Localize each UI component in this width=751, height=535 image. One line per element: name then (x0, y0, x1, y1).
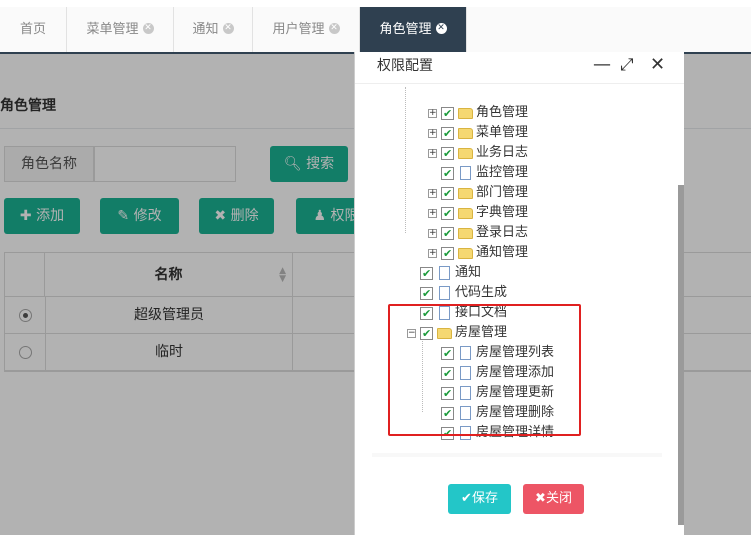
close-icon[interactable]: ✕ (435, 23, 447, 34)
close-button[interactable]: ✖关闭 (523, 484, 584, 514)
node-label: 通知管理 (476, 245, 529, 260)
folder-icon (458, 247, 473, 259)
tree-node[interactable]: + 业务日志 (428, 143, 529, 164)
tree-node[interactable]: 代码生成 (420, 283, 508, 304)
tab-label: 通知 (192, 22, 219, 37)
check-icon: ✔ (461, 491, 472, 506)
folder-icon (458, 227, 473, 239)
node-label: 部门管理 (476, 185, 529, 200)
tab-label: 角色管理 (379, 22, 432, 37)
node-checkbox[interactable] (441, 244, 454, 264)
tree-node[interactable]: 监控管理 (441, 163, 529, 184)
node-checkbox[interactable] (441, 184, 454, 204)
tree-node[interactable]: + 登录日志 (428, 223, 529, 244)
close-icon[interactable]: ✕ (142, 23, 154, 34)
tree-node[interactable]: + 菜单管理 (428, 123, 529, 144)
maximize-icon[interactable]: ⤢ (620, 54, 634, 76)
node-checkbox[interactable] (420, 264, 433, 284)
node-label: 通知 (455, 265, 482, 280)
close-icon[interactable]: ✕ (328, 23, 340, 34)
save-label: 保存 (471, 491, 498, 506)
tab-label: 首页 (19, 22, 46, 37)
tree-connector (405, 87, 406, 233)
node-label: 代码生成 (455, 285, 508, 300)
tree-node[interactable]: + 部门管理 (428, 183, 529, 204)
tab-home[interactable]: 首页 (0, 7, 67, 52)
node-label: 登录日志 (476, 225, 529, 240)
node-label: 监控管理 (476, 165, 529, 180)
node-checkbox[interactable] (441, 144, 454, 164)
tab-user-management[interactable]: 用户管理 ✕ (253, 7, 360, 52)
node-label: 业务日志 (476, 145, 529, 160)
node-checkbox[interactable] (441, 124, 454, 144)
expand-icon[interactable]: + (428, 128, 437, 138)
minimize-icon[interactable]: — (593, 54, 611, 76)
tab-notice[interactable]: 通知 ✕ (174, 7, 253, 52)
expand-icon[interactable]: + (428, 108, 437, 118)
expand-icon[interactable]: + (428, 208, 437, 218)
expand-icon[interactable]: + (428, 228, 437, 238)
tree-node[interactable]: + 字典管理 (428, 203, 529, 224)
permission-modal: 权限配置 — ⤢ ✕ + 角色管理 + 菜单管理 + 业务日志监控管理 + 部门管理 + 字典管理… (354, 52, 684, 535)
tab-label: 菜单管理 (86, 22, 139, 37)
close-icon[interactable]: ✕ (222, 23, 234, 34)
folder-icon (458, 207, 473, 219)
tree-node[interactable]: 通知 (420, 263, 482, 284)
save-button[interactable]: ✔保存 (448, 484, 511, 514)
file-icon (460, 166, 471, 180)
scrollbar[interactable] (678, 185, 684, 525)
highlight-box (388, 304, 581, 436)
node-label: 角色管理 (476, 105, 529, 120)
times-icon: ✖ (535, 491, 546, 506)
node-checkbox[interactable] (441, 224, 454, 244)
node-label: 菜单管理 (476, 125, 529, 140)
tab-role-management[interactable]: 角色管理 ✕ (360, 7, 467, 52)
folder-icon (458, 147, 473, 159)
folder-icon (458, 127, 473, 139)
node-checkbox[interactable] (441, 204, 454, 224)
close-label: 关闭 (545, 491, 572, 506)
node-checkbox[interactable] (420, 284, 433, 304)
folder-icon (458, 187, 473, 199)
file-icon (439, 286, 450, 300)
tab-menu-management[interactable]: 菜单管理 ✕ (67, 7, 174, 52)
file-icon (439, 266, 450, 280)
tree-node[interactable]: + 通知管理 (428, 243, 529, 264)
node-checkbox[interactable] (441, 164, 454, 184)
folder-icon (458, 107, 473, 119)
expand-icon[interactable]: + (428, 248, 437, 258)
node-label: 字典管理 (476, 205, 529, 220)
tree-node[interactable]: + 角色管理 (428, 103, 529, 124)
tab-bar: 首页 菜单管理 ✕ 通知 ✕ 用户管理 ✕ 角色管理 ✕ (0, 0, 751, 54)
modal-title: 权限配置 (377, 58, 433, 74)
modal-header: 权限配置 — ⤢ ✕ (355, 52, 684, 84)
expand-icon[interactable]: + (428, 188, 437, 198)
node-checkbox[interactable] (441, 104, 454, 124)
close-icon[interactable]: ✕ (650, 54, 665, 76)
tab-label: 用户管理 (272, 22, 325, 37)
expand-icon[interactable]: + (428, 148, 437, 158)
